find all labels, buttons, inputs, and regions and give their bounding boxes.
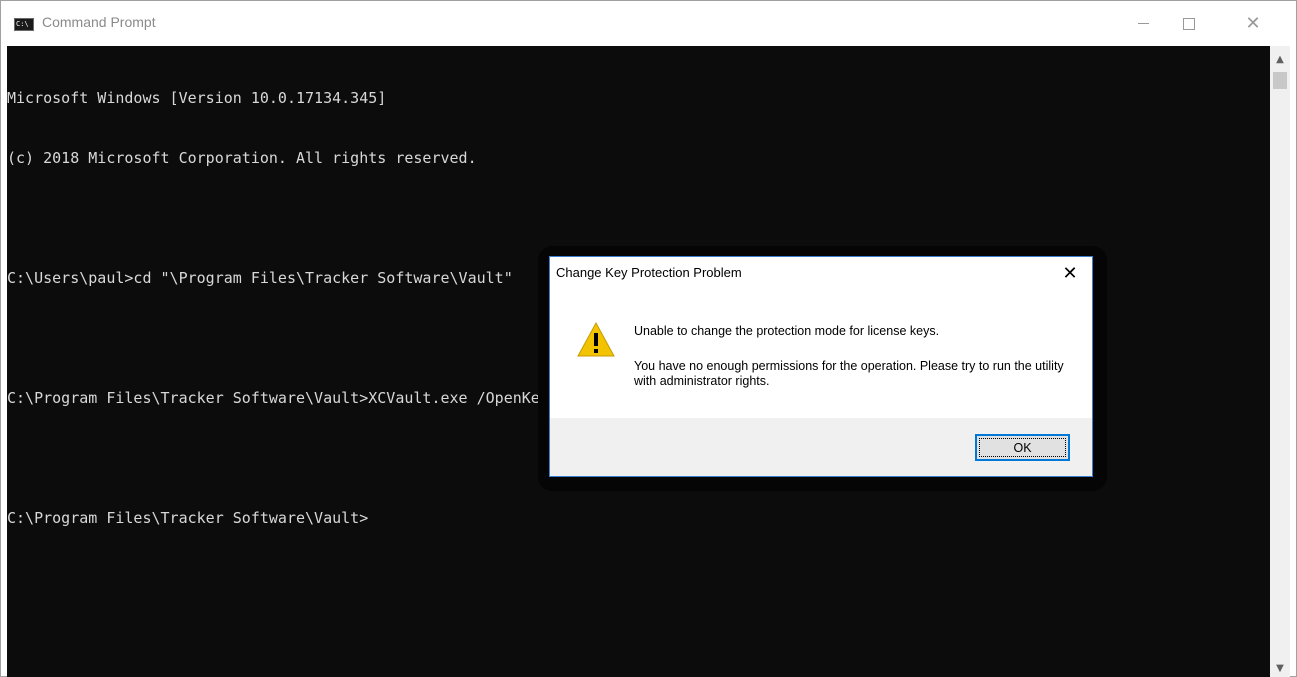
dialog-button-bar: OK (550, 418, 1092, 476)
dialog-message-secondary: You have no enough permissions for the o… (634, 359, 1064, 388)
minimize-button[interactable] (1120, 1, 1166, 46)
close-icon: ✕ (1245, 13, 1261, 34)
close-button[interactable]: ✕ (1230, 1, 1276, 46)
scroll-up-icon[interactable]: ▲ (1270, 49, 1290, 69)
dialog-close-icon[interactable]: ✕ (1058, 261, 1082, 285)
console-line: Microsoft Windows [Version 10.0.17134.34… (7, 89, 387, 107)
title-bar[interactable]: Command Prompt ✕ (1, 1, 1296, 46)
maximize-button[interactable] (1166, 1, 1212, 46)
console-prompt-line: C:\Program Files\Tracker Software\Vault> (7, 509, 369, 527)
scroll-down-icon[interactable]: ▼ (1270, 658, 1290, 677)
minimize-icon (1137, 23, 1149, 24)
console-line: C:\Program Files\Tracker Software\Vault>… (7, 389, 558, 407)
maximize-icon (1183, 17, 1195, 30)
error-dialog: Change Key Protection Problem ✕ Unable t… (549, 256, 1093, 477)
vertical-scrollbar[interactable]: ▲ ▼ (1270, 46, 1290, 677)
cmd-icon[interactable] (14, 18, 34, 31)
console-line: (c) 2018 Microsoft Corporation. All righ… (7, 149, 477, 167)
dialog-message-primary: Unable to change the protection mode for… (634, 324, 940, 338)
warning-icon (577, 321, 615, 357)
ok-button[interactable]: OK (975, 434, 1070, 461)
window-title: Command Prompt (42, 14, 156, 30)
dialog-title: Change Key Protection Problem (556, 265, 742, 280)
console-line: C:\Users\paul>cd "\Program Files\Tracker… (7, 269, 513, 287)
console-output: Microsoft Windows [Version 10.0.17134.34… (7, 48, 558, 568)
scroll-thumb[interactable] (1273, 72, 1287, 89)
